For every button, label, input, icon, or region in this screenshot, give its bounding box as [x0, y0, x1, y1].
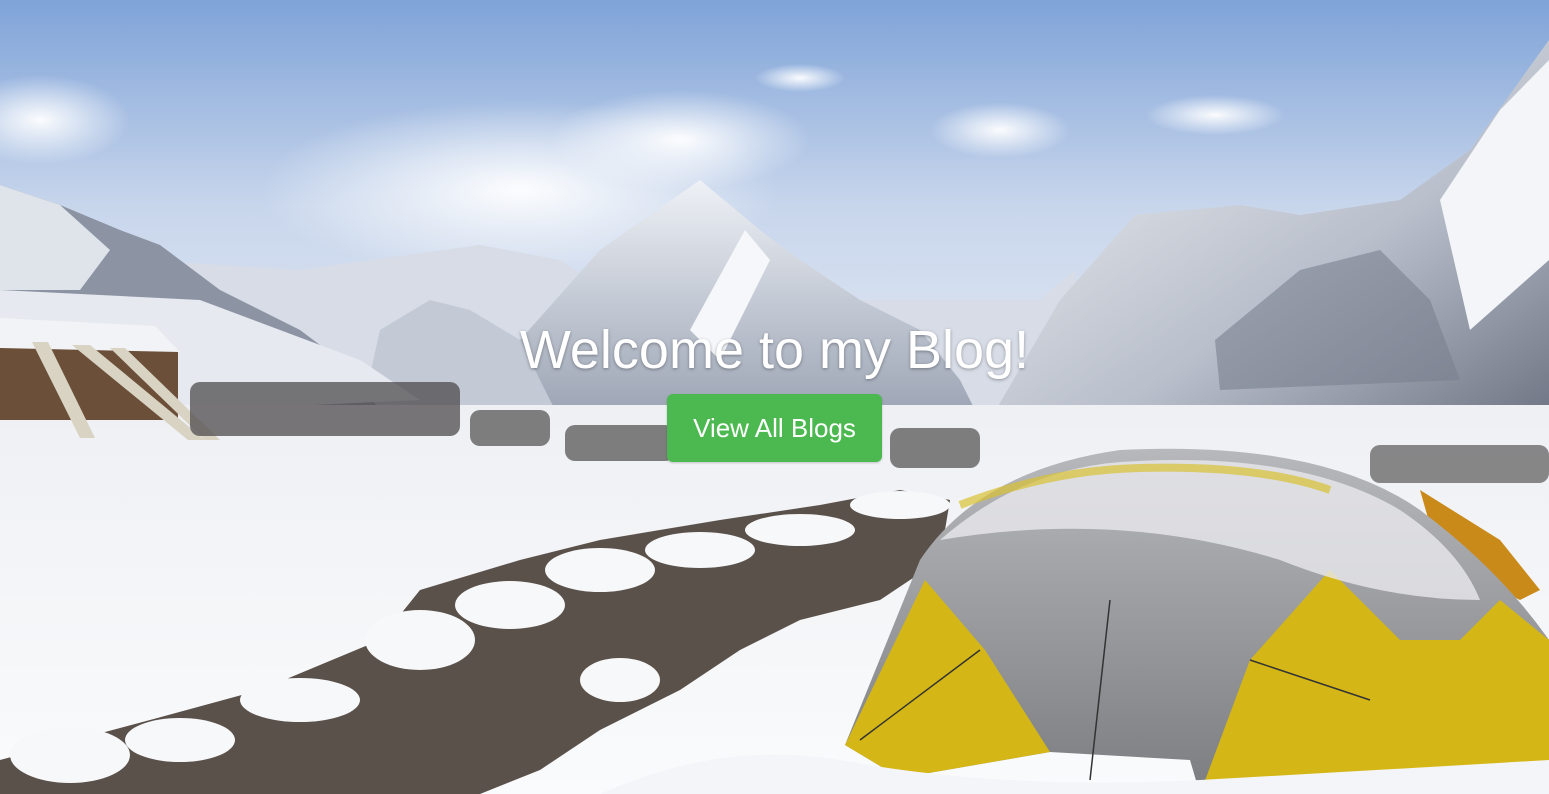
hero-content: Welcome to my Blog! View All Blogs — [0, 318, 1549, 462]
hero-title: Welcome to my Blog! — [519, 320, 1030, 380]
hero-section: Welcome to my Blog! View All Blogs — [0, 0, 1549, 794]
view-all-blogs-button[interactable]: View All Blogs — [667, 394, 882, 462]
